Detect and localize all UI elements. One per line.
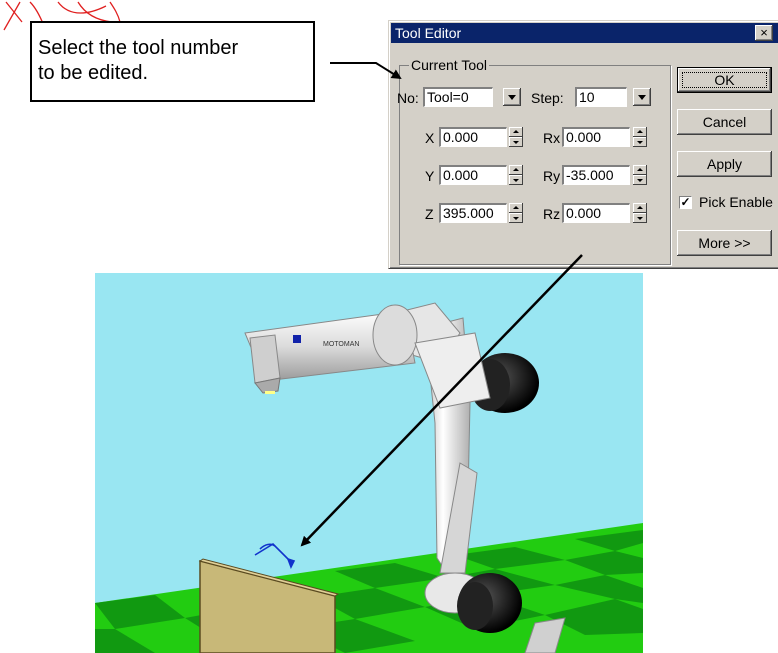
arrow-to-tool-number bbox=[330, 62, 402, 80]
callout-arrows bbox=[300, 62, 583, 547]
arrow-to-tool-frame bbox=[300, 254, 583, 547]
